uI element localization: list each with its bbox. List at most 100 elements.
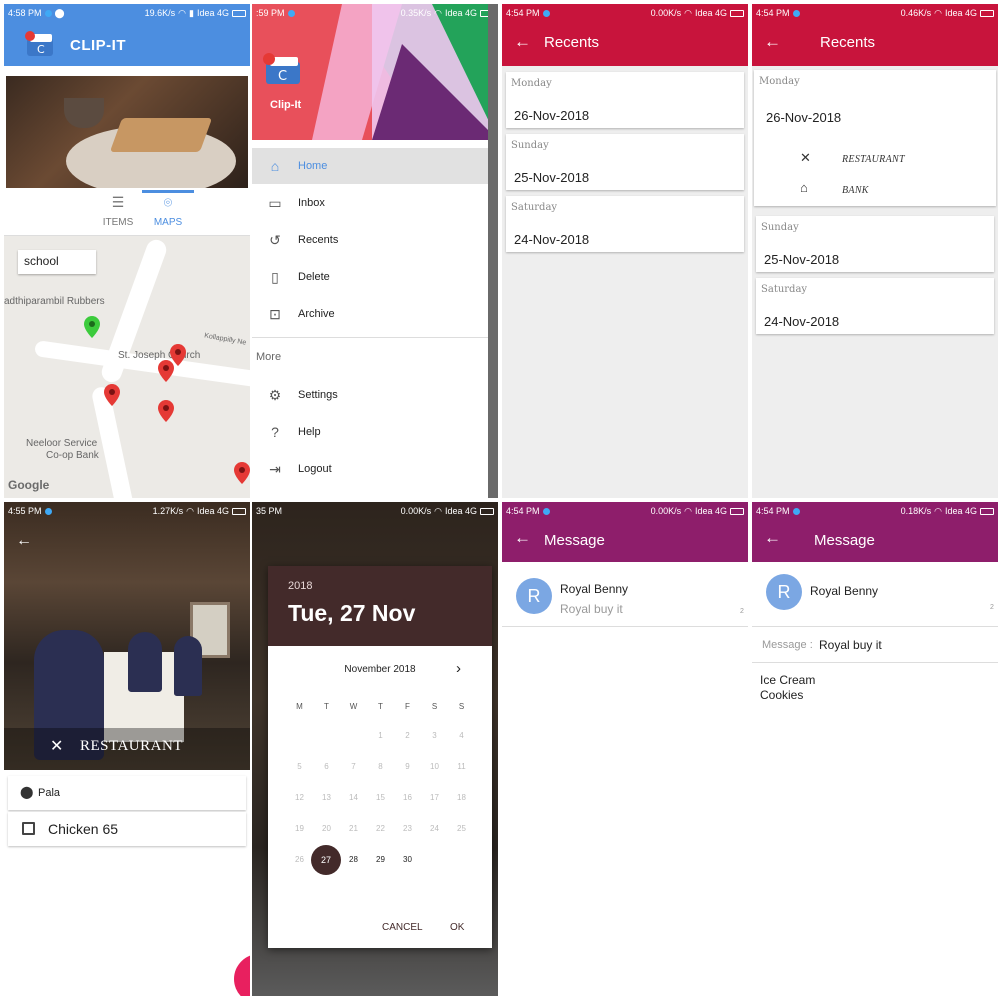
calendar-day[interactable]: 29: [367, 855, 394, 864]
recent-card[interactable]: Sunday 25-Nov-2018: [506, 134, 744, 190]
calendar-day[interactable]: 20: [313, 824, 340, 833]
fab-button[interactable]: [234, 954, 250, 996]
menu-label: Logout: [298, 463, 332, 475]
calendar-day[interactable]: 8: [367, 762, 394, 771]
red-map-pin-icon[interactable]: [158, 360, 174, 382]
back-arrow-icon[interactable]: ←: [514, 528, 531, 548]
calendar-day[interactable]: 16: [394, 793, 421, 802]
status-time: 35 PM: [256, 506, 283, 516]
menu-item-logout[interactable]: ⇥ Logout: [252, 451, 488, 487]
page-title: Recents: [820, 34, 876, 51]
calendar-day[interactable]: 9: [394, 762, 421, 771]
menu-item-settings[interactable]: ⚙ Settings: [252, 377, 488, 413]
calendar-day[interactable]: 23: [394, 824, 421, 833]
archive-icon: ⊡: [269, 305, 281, 322]
panel-recents-expanded: 4:54 PM 0.46K/s ◠ Idea 4G ← Recents Monday…: [752, 4, 998, 498]
calendar-day[interactable]: 30: [394, 855, 421, 864]
chair-shape: [128, 632, 162, 692]
item-row[interactable]: Chicken 65: [8, 812, 246, 846]
calendar-day[interactable]: 2: [394, 731, 421, 740]
calendar-day[interactable]: 3: [421, 731, 448, 740]
calendar-day[interactable]: 17: [421, 793, 448, 802]
calendar-day[interactable]: 7: [340, 762, 367, 771]
app-bar: 4:54 PM 0.00K/s ◠ Idea 4G ← Recents: [502, 4, 748, 66]
item-checkbox[interactable]: [22, 822, 35, 835]
inbox-icon: ▭: [268, 194, 282, 211]
menu-item-delete[interactable]: ▯ Delete: [252, 259, 488, 295]
status-bar: 4:55 PM 1.27K/s ◠ Idea 4G: [4, 502, 250, 520]
panel-messages: 4:54 PM 0.00K/s ◠ Idea 4G ← Message R Roya…: [502, 502, 748, 996]
calendar-day[interactable]: 21: [340, 824, 367, 833]
recent-card[interactable]: Saturday 24-Nov-2018: [506, 196, 744, 252]
calendar-day[interactable]: 12: [286, 793, 313, 802]
menu-item-archive[interactable]: ⊡ Archive: [252, 296, 488, 332]
category-restaurant[interactable]: RESTAURANT: [842, 154, 905, 165]
calendar-day[interactable]: 5: [286, 762, 313, 771]
shopping-item: Ice Cream: [760, 673, 816, 687]
back-arrow-icon[interactable]: ←: [16, 532, 32, 550]
home-icon: ⌂: [270, 158, 280, 174]
card-day: Monday: [511, 78, 552, 89]
calendar-day[interactable]: 14: [340, 793, 367, 802]
calendar-day[interactable]: 15: [367, 793, 394, 802]
back-arrow-icon[interactable]: ←: [764, 32, 781, 52]
map-pin-icon: ⌾: [163, 194, 173, 210]
status-speed: 0.00K/s: [650, 8, 682, 18]
ok-button[interactable]: OK: [450, 922, 464, 933]
calendar-day[interactable]: 18: [448, 793, 475, 802]
calendar-day[interactable]: 4: [448, 731, 475, 740]
red-map-pin-icon[interactable]: [234, 462, 250, 484]
recent-card[interactable]: Saturday 24-Nov-2018: [756, 278, 994, 334]
picker-year[interactable]: 2018: [288, 580, 312, 592]
drawer-scrim[interactable]: [488, 4, 498, 498]
green-map-pin-icon[interactable]: [84, 316, 100, 338]
menu-item-help[interactable]: ? Help: [252, 414, 488, 450]
back-arrow-icon[interactable]: ←: [514, 32, 531, 52]
wifi-icon: ◠: [186, 505, 194, 516]
calendar-day[interactable]: 11: [448, 762, 475, 771]
status-time: 4:54 PM: [506, 8, 540, 18]
menu-label: Home: [298, 160, 328, 172]
back-arrow-icon[interactable]: ←: [764, 528, 781, 548]
status-bar: 4:54 PM 0.18K/s ◠ Idea 4G: [752, 502, 998, 520]
map-road: [34, 340, 250, 388]
wifi-icon: ◠: [934, 505, 942, 516]
status-time: 4:54 PM: [756, 8, 790, 18]
calendar-day[interactable]: 19: [286, 824, 313, 833]
app-dot-icon: [792, 9, 800, 17]
recent-card-expanded[interactable]: Monday 26-Nov-2018 ✕ RESTAURANT ⌂ BANK: [754, 70, 996, 206]
menu-item-recents[interactable]: ↺ Recents: [252, 222, 488, 258]
menu-item-inbox[interactable]: ▭ Inbox: [252, 185, 488, 221]
menu-label: Help: [298, 426, 321, 438]
logout-icon: ⇥: [269, 460, 281, 477]
wifi-icon: ◠: [684, 7, 692, 18]
category-bank[interactable]: BANK: [842, 185, 869, 196]
calendar-day[interactable]: 26: [286, 855, 313, 864]
menu-item-home[interactable]: ⌂ Home: [252, 148, 488, 184]
tab-maps[interactable]: ⌾ MAPS: [138, 194, 198, 228]
red-map-pin-icon[interactable]: [104, 384, 120, 406]
calendar-day-selected[interactable]: 27: [311, 845, 341, 875]
screenshot-collage: 4:58 PM ⬤ 19.6K/s ◠ ▮ Idea 4G C CLIP-IT ☰ IT…: [0, 0, 1000, 1000]
wifi-icon: ◠: [434, 505, 442, 516]
weekday-header: T: [324, 702, 329, 711]
status-time: 4:58 PM: [8, 8, 42, 18]
calendar-day[interactable]: 28: [340, 855, 367, 864]
recent-card[interactable]: Monday 26-Nov-2018: [506, 72, 744, 128]
gear-icon: ⚙: [268, 386, 282, 403]
calendar-day[interactable]: 24: [421, 824, 448, 833]
map-search-input[interactable]: school: [18, 250, 96, 274]
cancel-button[interactable]: CANCEL: [382, 922, 423, 933]
calendar-day[interactable]: 22: [367, 824, 394, 833]
message-time: 2: [740, 608, 744, 615]
calendar-day[interactable]: 13: [313, 793, 340, 802]
calendar-day[interactable]: 6: [313, 762, 340, 771]
chevron-right-icon[interactable]: ›: [456, 660, 461, 677]
calendar-day[interactable]: 1: [367, 731, 394, 740]
hero-image: [6, 76, 248, 188]
red-map-pin-icon[interactable]: [158, 400, 174, 422]
calendar-day[interactable]: 25: [448, 824, 475, 833]
calendar-day[interactable]: 10: [421, 762, 448, 771]
recent-card[interactable]: Sunday 25-Nov-2018: [756, 216, 994, 272]
map-view[interactable]: school adthiparambil Rubbers St. Joseph …: [4, 236, 250, 498]
